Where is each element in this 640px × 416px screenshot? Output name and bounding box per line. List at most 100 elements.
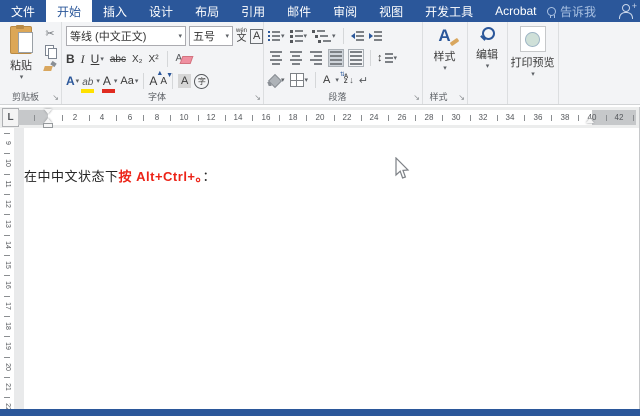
ruler-number-13: 13 — [4, 220, 11, 228]
format-painter-button[interactable] — [43, 60, 57, 72]
copy-button[interactable] — [44, 45, 57, 59]
editing-button[interactable]: 编辑 ▾ — [467, 26, 507, 70]
tab-邮件[interactable]: 邮件 — [276, 0, 322, 22]
tab-布局[interactable]: 布局 — [184, 0, 230, 22]
clear-formatting-button[interactable]: A — [176, 52, 194, 66]
ruler-number-18: 18 — [4, 322, 11, 330]
document-text[interactable]: 在中中文状态下按 Alt+Ctrl+。： — [24, 166, 216, 185]
ruler-tick — [198, 115, 199, 121]
ruler-number-21: 21 — [4, 383, 11, 391]
first-line-indent-marker[interactable] — [44, 109, 52, 114]
font-color-button[interactable]: A ▾ — [101, 72, 117, 93]
ruler-number-12: 12 — [4, 200, 11, 208]
ruler-number-22: 22 — [342, 113, 352, 122]
group-clipboard: 粘贴 ▾ ✂ 剪贴板 ↘ — [0, 22, 62, 104]
ruler-tick — [4, 377, 10, 378]
character-shading-button[interactable]: A — [178, 74, 192, 88]
bold-button[interactable]: B — [66, 52, 75, 66]
phonetic-guide-button[interactable]: wén 文 — [236, 28, 247, 44]
ruler-tick — [4, 316, 10, 317]
down-arrow-icon: ↓ — [349, 75, 354, 85]
ruler-tick — [4, 397, 10, 398]
enclose-characters-button[interactable]: 字 — [194, 73, 210, 89]
asian-layout-button[interactable]: A ⇅ ▾ — [323, 72, 345, 86]
print-preview-button[interactable]: 打印预览 ▾ — [507, 26, 558, 78]
sort-button[interactable]: AZ ↓ — [344, 74, 354, 85]
ruler-number-32: 32 — [478, 113, 488, 122]
page-gutter — [14, 128, 24, 409]
strikethrough-button[interactable]: abc — [110, 54, 126, 65]
cut-button[interactable]: ✂ — [45, 27, 54, 40]
chevron-down-icon: ▾ — [178, 33, 182, 40]
dialog-launcher-icon[interactable]: ↘ — [52, 94, 59, 102]
chevron-down-icon: ▾ — [335, 77, 339, 84]
ruler-tick — [578, 115, 579, 121]
group-print-preview: 打印预览 ▾ — [507, 22, 559, 104]
tell-me[interactable]: 告诉我 — [546, 0, 596, 22]
tab-插入[interactable]: 插入 — [92, 0, 138, 22]
grow-font-button[interactable]: A ▲ — [149, 70, 163, 88]
dialog-launcher-icon[interactable]: ↘ — [254, 94, 261, 102]
right-indent-marker[interactable] — [586, 118, 594, 123]
font-size-select[interactable]: 五号 ▾ — [189, 26, 233, 46]
align-center-button[interactable] — [288, 49, 304, 67]
multilevel-list-button[interactable]: ▾ — [312, 29, 336, 43]
shrink-font-button[interactable]: A ▼ — [160, 72, 173, 87]
show-hide-marks-button[interactable]: ↵ — [359, 74, 368, 87]
distribute-button[interactable] — [348, 49, 364, 67]
text-effects-button[interactable]: A ▾ — [66, 74, 79, 88]
line-spacing-button[interactable]: ↕ ▾ — [377, 52, 397, 64]
styles-button[interactable]: A 样式 ▾ — [422, 26, 467, 72]
subscript-button[interactable]: X₂ — [132, 54, 143, 65]
ruler-tick — [4, 194, 10, 195]
character-border-button[interactable]: A — [250, 28, 264, 44]
text-segment-0: 在中中文状态下 — [24, 169, 119, 184]
ruler-number-26: 26 — [397, 113, 407, 122]
chevron-down-icon: ▾ — [303, 33, 308, 40]
share-person-icon[interactable]: + — [618, 1, 637, 19]
tab-审阅[interactable]: 审阅 — [322, 0, 368, 22]
ruler-tick — [279, 115, 280, 121]
ruler-tick — [334, 115, 335, 121]
dialog-launcher-icon[interactable]: ↘ — [458, 94, 465, 102]
align-right-button[interactable] — [308, 49, 324, 67]
styles-icon: A — [438, 26, 459, 47]
align-left-button[interactable] — [268, 49, 284, 67]
magnifier-icon — [479, 26, 495, 44]
justify-button[interactable] — [328, 49, 344, 67]
chevron-down-icon: ▾ — [393, 55, 398, 62]
tab-Acrobat[interactable]: Acrobat — [484, 0, 547, 22]
shading-button[interactable]: ▾ — [267, 73, 285, 88]
tab-文件[interactable]: 文件 — [0, 0, 46, 22]
ruler-number-30: 30 — [451, 113, 461, 122]
borders-button[interactable]: ▾ — [289, 73, 308, 87]
tab-设计[interactable]: 设计 — [138, 0, 184, 22]
chevron-down-icon: ▾ — [332, 33, 336, 40]
dialog-launcher-icon[interactable]: ↘ — [413, 94, 420, 102]
decrease-indent-button[interactable] — [350, 31, 364, 41]
underline-button[interactable]: U ▾ — [91, 52, 104, 66]
ruler-tick — [143, 115, 144, 121]
tab-视图[interactable]: 视图 — [368, 0, 414, 22]
tab-引用[interactable]: 引用 — [230, 0, 276, 22]
font-name-select[interactable]: 等线 (中文正文) ▾ — [66, 26, 186, 46]
chevron-down-icon: ▾ — [134, 78, 139, 85]
lightbulb-icon — [546, 6, 556, 18]
numbering-button[interactable]: ▾ — [289, 29, 308, 43]
ruler-number-8: 8 — [154, 113, 160, 122]
italic-button[interactable]: I — [81, 52, 85, 67]
tab-开始[interactable]: 开始 — [46, 0, 93, 22]
ruler-tick — [4, 214, 10, 215]
ruler-tick — [4, 133, 10, 134]
increase-indent-button[interactable] — [368, 31, 382, 41]
tab-开发工具[interactable]: 开发工具 — [414, 0, 484, 22]
ruler-tick — [4, 275, 10, 276]
paste-button[interactable]: 粘贴 ▾ — [4, 25, 38, 90]
superscript-button[interactable]: X² — [149, 54, 159, 65]
bullets-button[interactable]: ▾ — [268, 31, 285, 41]
horizontal-ruler: L 2 4 6 8 10 12 14 16 18 20 22 24 26 28 30 32 34 36 38 40 42 — [0, 107, 640, 128]
change-case-button[interactable]: Aa ▾ — [120, 75, 138, 87]
text-highlight-button[interactable]: ab ▾ — [81, 72, 100, 93]
clipboard-group-label: 剪贴板 — [11, 92, 39, 102]
ruler-tick — [306, 115, 307, 121]
